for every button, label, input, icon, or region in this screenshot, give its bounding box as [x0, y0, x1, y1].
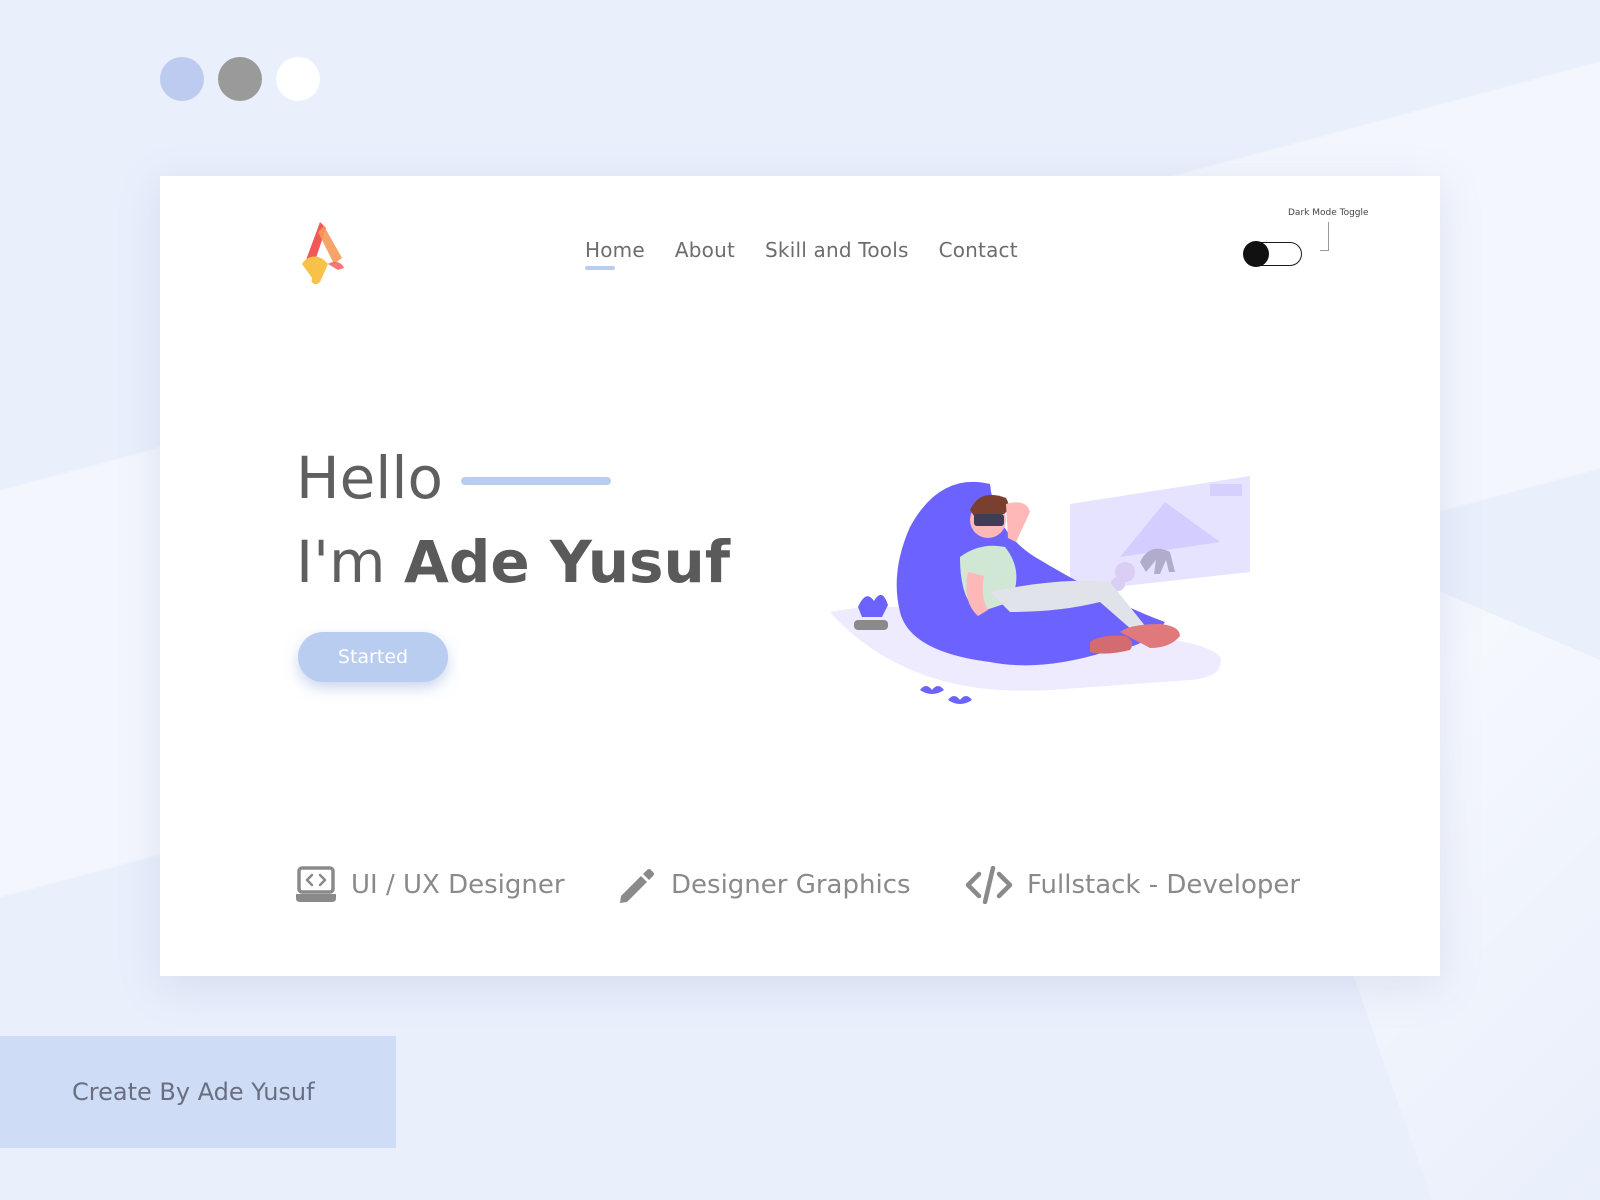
hero-name: Ade Yusuf	[404, 528, 731, 596]
nav-item-contact[interactable]: Contact	[939, 238, 1018, 262]
service-fullstack: Fullstack - Developer	[965, 866, 1300, 904]
window-dot-light-blue[interactable]	[160, 57, 204, 101]
started-button[interactable]: Started	[298, 632, 448, 682]
hero-intro-prefix: I'm	[296, 528, 386, 596]
credit-text: Create By Ade Yusuf	[72, 1078, 315, 1106]
window-dot-white[interactable]	[276, 57, 320, 101]
code-icon	[965, 866, 1013, 904]
annotation-connector	[1320, 222, 1329, 251]
window-controls	[160, 57, 320, 101]
dark-mode-toggle[interactable]	[1243, 241, 1302, 267]
toggle-knob	[1243, 241, 1269, 267]
laptop-code-icon	[296, 866, 336, 902]
service-label: Designer Graphics	[671, 870, 911, 900]
services-row: UI / UX Designer Designer Graphics Fulls…	[295, 866, 1315, 916]
window-dot-gray[interactable]	[218, 57, 262, 101]
hero-greeting: Hello	[296, 444, 444, 512]
pencil-icon	[620, 869, 654, 903]
a-logo-icon[interactable]	[298, 220, 348, 286]
nav-item-skill-and-tools[interactable]: Skill and Tools	[765, 238, 909, 262]
nav-item-label: Skill and Tools	[765, 238, 909, 262]
main-nav: Home About Skill and Tools Contact	[585, 238, 1018, 270]
service-graphics: Designer Graphics	[615, 866, 911, 904]
nav-item-label: About	[674, 238, 736, 262]
nav-item-about[interactable]: About	[675, 238, 735, 262]
service-label: Fullstack - Developer	[1027, 870, 1301, 900]
service-ui-ux: UI / UX Designer	[295, 866, 565, 904]
credit-banner: Create By Ade Yusuf	[0, 1036, 396, 1148]
hero-greeting-row: Hello	[296, 444, 612, 512]
dark-mode-toggle-label: Dark Mode Toggle	[1288, 208, 1369, 218]
vr-person-beanbag-illustration	[830, 476, 1250, 704]
greeting-accent-line	[461, 477, 612, 485]
nav-item-home[interactable]: Home	[585, 238, 645, 270]
landing-page-card: Home About Skill and Tools Contact Dark …	[160, 176, 1440, 976]
nav-item-label: Home	[585, 238, 645, 262]
nav-item-label: Contact	[938, 238, 1018, 262]
hero-title: I'm Ade Yusuf	[296, 528, 730, 596]
service-label: UI / UX Designer	[351, 870, 565, 900]
active-nav-indicator	[585, 266, 615, 270]
